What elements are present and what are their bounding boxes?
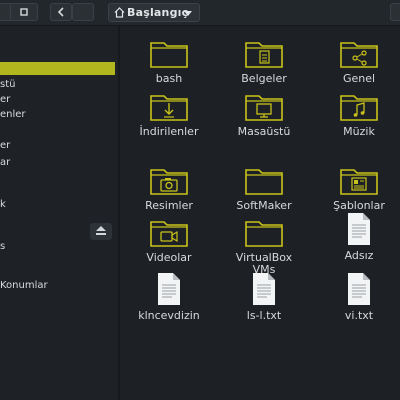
folder-item[interactable]: Resimler [124, 166, 214, 212]
folder-icon [124, 39, 214, 69]
toolbar-right-button[interactable] [390, 3, 400, 21]
downloads-folder-icon [124, 92, 214, 122]
sidebar-item-label: s [0, 241, 6, 252]
sidebar-item-pictures[interactable]: er [0, 139, 115, 152]
sidebar-item-network[interactable]: s [0, 240, 115, 253]
desktop-folder-icon [219, 92, 309, 122]
toolbar: Başlangıç [0, 0, 400, 26]
item-label: bash [155, 72, 183, 85]
folder-item[interactable]: bash [124, 39, 214, 85]
templates-folder-icon [314, 166, 400, 196]
folder-icon [219, 218, 309, 248]
item-label: Müzik [343, 125, 375, 138]
text-file-icon [314, 272, 400, 306]
chevron-left-icon [57, 7, 64, 17]
folder-item[interactable]: VirtualBox VMs [219, 218, 309, 276]
text-file-icon [219, 272, 309, 306]
sidebar-item-other-locations[interactable]: Konumlar [0, 279, 115, 292]
back-button[interactable] [50, 3, 72, 21]
folder-item[interactable]: Müzik [314, 92, 400, 138]
folder-item[interactable]: Masaüstü [219, 92, 309, 138]
text-file-icon [314, 212, 400, 246]
item-label: ls-l.txt [246, 309, 282, 322]
chevron-down-icon [184, 11, 192, 16]
folder-item[interactable]: SoftMaker [219, 166, 309, 212]
square-icon [20, 8, 28, 16]
file-grid: bash Belgeler Genel İndirilenler Masaüstü Müz… [120, 26, 400, 400]
sidebar-item-desktop[interactable]: stü [0, 78, 115, 91]
sidebar-item-label: Konumlar [0, 280, 48, 291]
sidebar-item-label: er [0, 94, 11, 105]
documents-folder-icon [219, 39, 309, 69]
sidebar-item-downloads[interactable]: enler [0, 108, 115, 121]
item-label: vi.txt [344, 309, 374, 322]
location-label: Başlangıç [127, 6, 189, 19]
item-label: Belgeler [241, 72, 287, 85]
folder-item[interactable]: Belgeler [219, 39, 309, 85]
file-item[interactable]: klncevdizin [124, 272, 214, 322]
item-label: klncevdizin [138, 309, 200, 322]
share-folder-icon [314, 39, 400, 69]
sidebar-item-label: ar [0, 157, 11, 168]
view-toggle-button[interactable] [10, 3, 38, 21]
item-label: Masaüstü [237, 125, 291, 138]
sidebar-item-label: k [0, 199, 6, 210]
item-label: Genel [342, 72, 376, 85]
item-label: Adsız [344, 249, 374, 262]
home-icon [114, 7, 125, 18]
file-item[interactable]: ls-l.txt [219, 272, 309, 322]
sidebar-item-label: enler [0, 109, 26, 120]
sidebar-item-label: stü [0, 79, 16, 90]
text-file-icon [124, 272, 214, 306]
file-item[interactable]: vi.txt [314, 272, 400, 322]
music-folder-icon [314, 92, 400, 122]
forward-button[interactable] [72, 3, 94, 21]
sidebar: stü er enler er ar k s Konumlar [0, 26, 118, 400]
item-label: Videolar [146, 251, 192, 264]
folder-item[interactable]: İndirilenler [124, 92, 214, 138]
sidebar-item-disk[interactable]: k [0, 198, 115, 211]
item-label: Resimler [145, 199, 193, 212]
sidebar-item-videos[interactable]: ar [0, 156, 115, 169]
sidebar-item-label: er [0, 140, 11, 151]
folder-item[interactable]: Videolar [124, 218, 214, 264]
videos-folder-icon [124, 218, 214, 248]
sidebar-item-home[interactable] [0, 62, 115, 75]
eject-button[interactable] [90, 223, 112, 240]
folder-icon [219, 166, 309, 196]
item-label: İndirilenler [139, 125, 199, 138]
folder-item[interactable]: Genel [314, 39, 400, 85]
item-label: SoftMaker [236, 199, 292, 212]
location-button[interactable]: Başlangıç [108, 3, 200, 22]
item-label: Şablonlar [333, 199, 385, 212]
file-item[interactable]: Adsız [314, 212, 400, 262]
sidebar-item-documents[interactable]: er [0, 93, 115, 106]
pictures-folder-icon [124, 166, 214, 196]
folder-item[interactable]: Şablonlar [314, 166, 400, 212]
eject-icon [96, 226, 106, 235]
